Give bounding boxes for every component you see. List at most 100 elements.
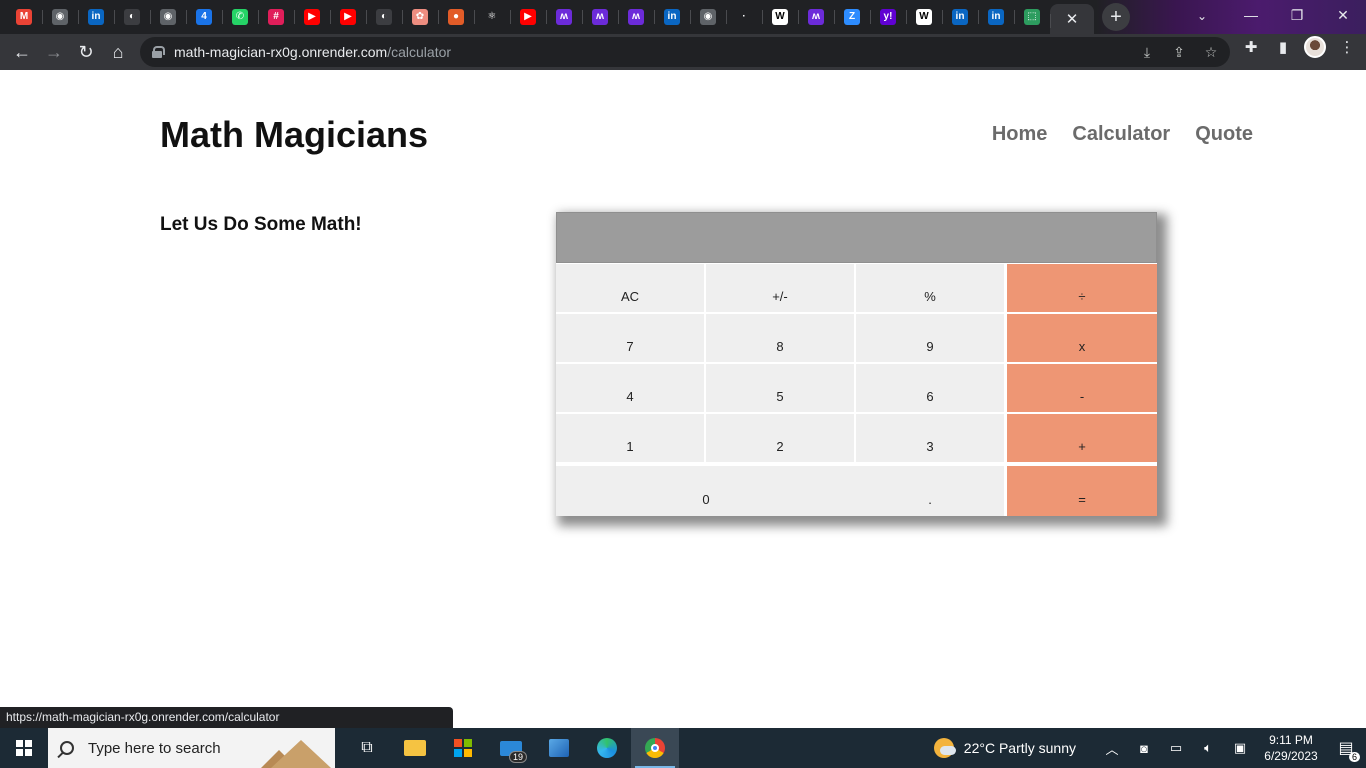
browser-tab[interactable]: in (654, 0, 690, 34)
nav-link-quote[interactable]: Quote (1195, 123, 1253, 146)
profile-avatar[interactable] (1304, 36, 1326, 58)
calc-key[interactable]: ÷ (1007, 264, 1157, 312)
calc-key[interactable]: = (1007, 466, 1157, 516)
share-icon[interactable]: ⇪ (1170, 44, 1188, 61)
store-button[interactable] (439, 728, 487, 768)
calc-key[interactable]: x (1007, 314, 1157, 362)
mail-button[interactable]: 19 (487, 728, 535, 768)
browser-tab[interactable]: Z (834, 0, 870, 34)
browser-tab[interactable]: ʍ (582, 0, 618, 34)
address-bar[interactable]: math-magician-rx0g.onrender.com/calculat… (140, 37, 1230, 67)
weather-widget[interactable]: 22°C Partly sunny (933, 738, 1076, 758)
chrome-button[interactable] (631, 728, 679, 768)
helmet-icon: ● (448, 9, 464, 25)
meet-now-icon[interactable]: ◙ (1128, 741, 1160, 756)
side-panel-icon[interactable]: ▮ (1272, 38, 1294, 56)
calc-key[interactable]: + (1007, 414, 1157, 462)
menu-kebab-icon[interactable]: ⋮ (1336, 38, 1358, 56)
youtube-icon: ▶ (304, 9, 320, 25)
tab-strip: M ◉ in ◐ ◉ 4 ✆ # ▶ ▶ ◐ ✿ ● ⚛ ▶ ʍ ʍ ʍ in ◉ · Wʍ Zy! Win in ⬚ ✕ + ⌄ —… (0, 0, 1366, 34)
browser-tab[interactable]: W (762, 0, 798, 34)
calc-key[interactable]: 6 (856, 364, 1004, 412)
browser-tab[interactable]: ▶ (330, 0, 366, 34)
calc-key[interactable]: AC (556, 264, 704, 312)
nav-link-calculator[interactable]: Calculator (1072, 123, 1170, 146)
search-icon (60, 741, 74, 755)
task-view-button[interactable]: ⧉ (343, 728, 391, 768)
calc-key[interactable]: 0 (556, 466, 856, 516)
clock[interactable]: 9:11 PM 6/29/2023 (1256, 732, 1326, 764)
browser-tab[interactable]: ◉ (42, 0, 78, 34)
browser-tab[interactable]: # (258, 0, 294, 34)
chevron-up-icon[interactable]: ︿ (1096, 739, 1128, 758)
browser-tab[interactable]: ⚛ (474, 0, 510, 34)
calc-key[interactable]: 3 (856, 414, 1004, 462)
calc-key[interactable]: 4 (556, 364, 704, 412)
browser-tab[interactable]: ◐ (114, 0, 150, 34)
browser-tab[interactable]: y! (870, 0, 906, 34)
home-button[interactable]: ⌂ (102, 36, 134, 68)
browser-tab[interactable]: ✆ (222, 0, 258, 34)
calc-key[interactable]: 5 (706, 364, 854, 412)
lock-icon (152, 46, 165, 58)
browser-tab[interactable]: ✿ (402, 0, 438, 34)
restore-button[interactable]: ❐ (1274, 0, 1320, 30)
taskbar-search[interactable]: Type here to search (48, 728, 335, 768)
browser-tab[interactable]: ◐ (366, 0, 402, 34)
browser-tab[interactable]: ● (438, 0, 474, 34)
calc-key[interactable]: 2 (706, 414, 854, 462)
browser-tab[interactable]: 4 (186, 0, 222, 34)
active-tab[interactable]: ✕ (1050, 4, 1094, 34)
browser-tab[interactable]: in (78, 0, 114, 34)
tab-search-button[interactable]: ⌄ (1188, 4, 1216, 28)
calc-key[interactable]: 9 (856, 314, 1004, 362)
calc-key[interactable]: . (856, 466, 1004, 516)
browser-tab[interactable]: ▶ (510, 0, 546, 34)
photos-button[interactable] (535, 728, 583, 768)
forward-button[interactable]: → (38, 36, 70, 68)
browser-tab[interactable]: ▶ (294, 0, 330, 34)
browser-tab[interactable]: ◉ (150, 0, 186, 34)
calc-key[interactable]: +/- (706, 264, 854, 312)
globe-icon: ◉ (160, 9, 176, 25)
calc-key[interactable]: 7 (556, 314, 704, 362)
minimize-button[interactable]: — (1228, 0, 1274, 30)
gmail-icon: M (16, 9, 32, 25)
clock-time: 9:11 PM (1269, 733, 1313, 747)
browser-tab[interactable]: ʍ (546, 0, 582, 34)
browser-tab[interactable]: ʍ (618, 0, 654, 34)
browser-tab[interactable]: ◉ (690, 0, 726, 34)
battery-icon[interactable]: ▭ (1160, 740, 1192, 756)
start-button[interactable] (0, 728, 48, 768)
calc-key[interactable]: 1 (556, 414, 704, 462)
browser-tab[interactable]: ⬚ (1014, 0, 1050, 34)
browser-tab[interactable]: · (726, 0, 762, 34)
globe-icon: ◉ (52, 9, 68, 25)
url-host: math-magician-rx0g.onrender.com (174, 44, 388, 60)
install-icon[interactable]: ⤓ (1138, 44, 1156, 61)
close-tab-icon[interactable]: ✕ (1066, 10, 1079, 28)
calc-key[interactable]: 8 (706, 314, 854, 362)
calc-key[interactable]: - (1007, 364, 1157, 412)
browser-tab[interactable]: W (906, 0, 942, 34)
extensions-icon[interactable]: ✚ (1240, 38, 1262, 56)
file-explorer-button[interactable] (391, 728, 439, 768)
browser-tab[interactable]: in (942, 0, 978, 34)
browser-tab[interactable]: ʍ (798, 0, 834, 34)
edge-button[interactable] (583, 728, 631, 768)
close-window-button[interactable]: ✕ (1320, 0, 1366, 30)
link-status-bubble: https://math-magician-rx0g.onrender.com/… (0, 707, 453, 728)
page-content: Math Magicians Home Calculator Quote Let… (0, 70, 1366, 728)
notification-count: 6 (1348, 752, 1360, 762)
network-icon[interactable]: ▣ (1224, 740, 1256, 756)
new-tab-button[interactable]: + (1102, 3, 1130, 31)
back-button[interactable]: ← (6, 36, 38, 68)
bookmark-star-icon[interactable]: ☆ (1202, 44, 1220, 61)
browser-tab[interactable]: M (6, 0, 42, 34)
volume-icon[interactable]: 🔈︎ (1192, 740, 1224, 756)
calc-key[interactable]: % (856, 264, 1004, 312)
reload-button[interactable]: ↻ (70, 36, 102, 68)
notifications-button[interactable]: ▤ 6 (1326, 728, 1366, 768)
browser-tab[interactable]: in (978, 0, 1014, 34)
nav-link-home[interactable]: Home (992, 123, 1048, 146)
